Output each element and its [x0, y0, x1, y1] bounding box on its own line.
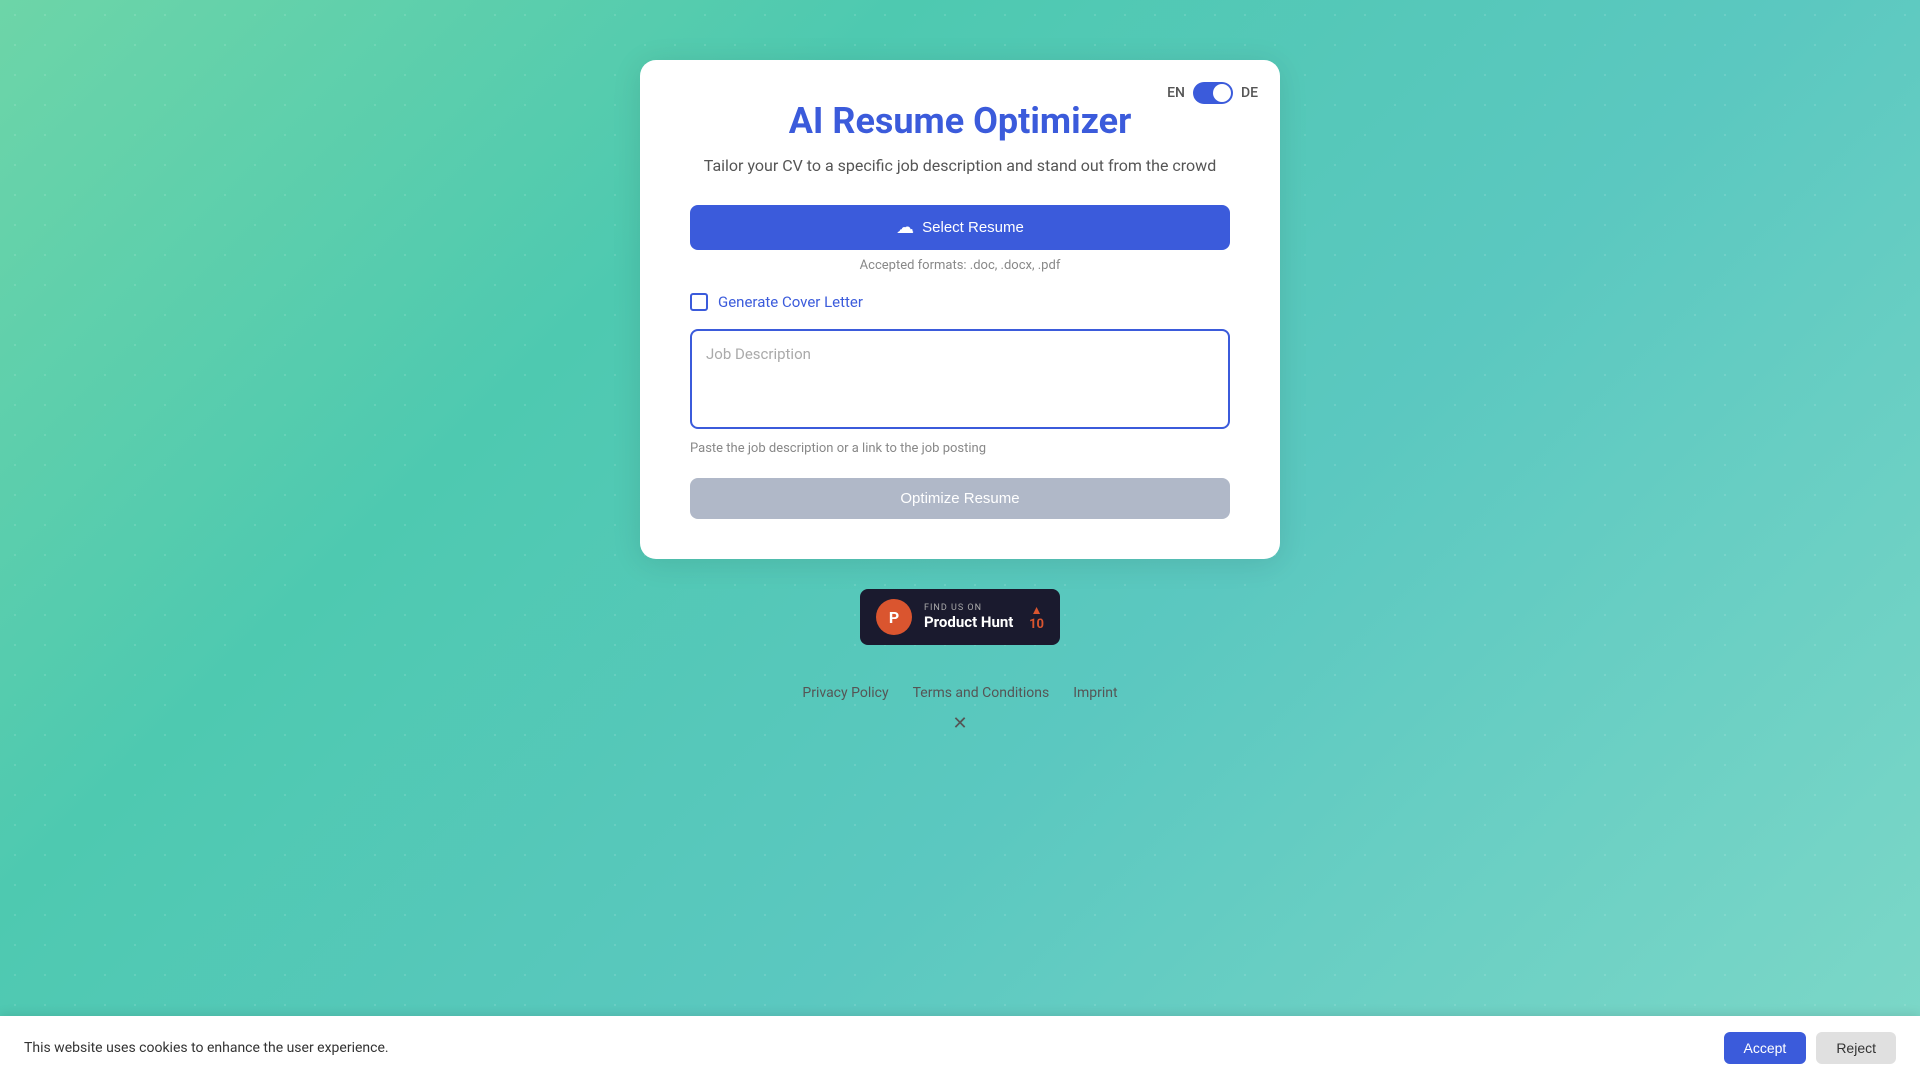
language-toggle: EN DE [1167, 82, 1258, 104]
optimize-resume-label: Optimize Resume [900, 490, 1019, 507]
product-hunt-name: Product Hunt [924, 613, 1013, 631]
product-hunt-votes: ▲ 10 [1029, 603, 1044, 632]
accepted-formats-text: Accepted formats: .doc, .docx, .pdf [690, 258, 1230, 273]
app-subtitle: Tailor your CV to a specific job descrip… [690, 156, 1230, 175]
terms-conditions-link[interactable]: Terms and Conditions [913, 685, 1050, 701]
language-switch[interactable] [1193, 82, 1233, 104]
product-hunt-find-us: FIND US ON [924, 603, 1013, 613]
cover-letter-label[interactable]: Generate Cover Letter [718, 293, 863, 311]
accept-button[interactable]: Accept [1724, 1032, 1807, 1064]
lang-en-label: EN [1167, 85, 1185, 101]
job-description-textarea[interactable] [690, 329, 1230, 429]
product-hunt-text: FIND US ON Product Hunt [924, 603, 1013, 631]
cloud-upload-icon: ☁ [896, 217, 914, 238]
imprint-link[interactable]: Imprint [1073, 685, 1117, 701]
product-hunt-letter: P [889, 608, 899, 627]
social-icon[interactable]: ✕ [952, 713, 967, 734]
main-card: EN DE AI Resume Optimizer Tailor your CV… [640, 60, 1280, 559]
privacy-policy-link[interactable]: Privacy Policy [802, 685, 888, 701]
select-resume-button[interactable]: ☁ Select Resume [690, 205, 1230, 250]
cookie-buttons: Accept Reject [1724, 1032, 1897, 1064]
cover-letter-row: Generate Cover Letter [690, 293, 1230, 311]
cookie-banner: This website uses cookies to enhance the… [0, 1016, 1920, 1080]
product-hunt-badge[interactable]: P FIND US ON Product Hunt ▲ 10 [860, 589, 1060, 645]
reject-button[interactable]: Reject [1816, 1032, 1896, 1064]
cover-letter-checkbox[interactable] [690, 293, 708, 311]
select-resume-label: Select Resume [922, 219, 1024, 236]
vote-count: 10 [1029, 617, 1044, 632]
product-hunt-logo: P [876, 599, 912, 635]
footer: Privacy Policy Terms and Conditions Impr… [802, 685, 1117, 701]
cookie-text: This website uses cookies to enhance the… [24, 1040, 389, 1056]
app-title: AI Resume Optimizer [690, 100, 1230, 142]
optimize-resume-button[interactable]: Optimize Resume [690, 478, 1230, 519]
lang-de-label: DE [1241, 85, 1258, 101]
upvote-arrow-icon: ▲ [1031, 603, 1043, 617]
job-description-hint: Paste the job description or a link to t… [690, 441, 1230, 456]
